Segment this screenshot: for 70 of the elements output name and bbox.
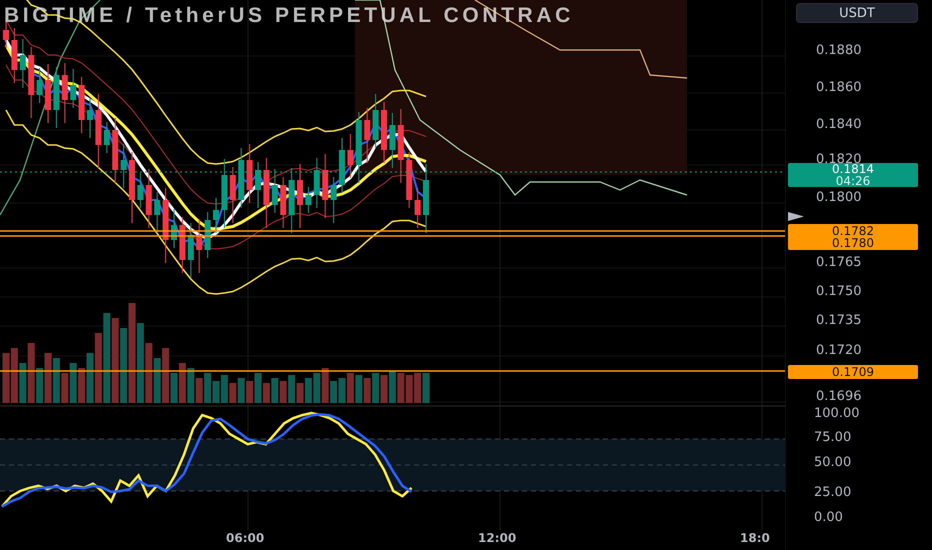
price-axis-label: 0.1720 (816, 343, 862, 358)
oscillator-axis-label: 75.00 (814, 430, 852, 445)
price-axis-label: 0.1880 (816, 43, 862, 58)
oscillator-axis-label: 50.00 (814, 455, 852, 470)
candlestick (112, 118, 118, 184)
candlestick (36, 68, 43, 104)
price-axis-label: 0.1800 (816, 190, 862, 205)
oscillator-axis-label: 0.00 (814, 510, 843, 525)
time-axis-label: 12:00 (478, 531, 516, 545)
candlestick (230, 166, 236, 224)
oscillator-axis-label: 100.00 (814, 406, 860, 421)
candlestick (171, 208, 177, 248)
candlestick (263, 158, 270, 228)
candlestick (87, 98, 93, 138)
candlestick (62, 62, 68, 124)
candlestick (28, 46, 34, 118)
candlestick (53, 66, 60, 128)
candlestick (372, 94, 379, 148)
currency-button[interactable]: USDT (796, 3, 918, 23)
candlestick (347, 134, 354, 178)
candlestick (297, 164, 303, 228)
candlestick (3, 22, 9, 48)
price-axis-label: 0.1840 (816, 117, 862, 132)
candlestick (146, 168, 152, 228)
candlestick (288, 168, 295, 234)
price-axis-label: 0.1750 (816, 284, 862, 299)
candlestick (11, 28, 18, 84)
candlestick (272, 168, 278, 214)
candlestick (196, 218, 202, 274)
candlestick (381, 102, 387, 164)
candlestick (280, 176, 286, 228)
candlestick (246, 144, 253, 204)
triangle-marker-icon (788, 212, 804, 221)
candlestick (213, 198, 219, 234)
candlestick (120, 144, 127, 188)
candlestick (339, 138, 345, 194)
price-axis-label: 0.1765 (816, 255, 862, 270)
candlestick (204, 212, 211, 258)
candlestick (414, 188, 421, 228)
oscillator-axis-label: 25.00 (814, 485, 852, 500)
price-axis-label: 0.1696 (816, 389, 862, 404)
candlestick (423, 164, 429, 234)
candlestick (45, 64, 51, 124)
candlestick (406, 152, 412, 208)
time-axis-label: 06:00 (226, 531, 264, 545)
price-axis-label: 0.1860 (816, 80, 862, 95)
candlestick (137, 172, 144, 208)
price-line-tag: 0.1780 (788, 236, 918, 250)
candlestick (356, 112, 362, 184)
candlestick (305, 186, 312, 214)
candlestick (104, 122, 110, 154)
candlestick (78, 76, 85, 134)
candle-countdown: 04:26 (836, 175, 870, 187)
candlestick (20, 38, 26, 88)
candlestick (221, 158, 228, 228)
candlestick (129, 152, 135, 224)
candlestick (314, 158, 320, 208)
candlestick (238, 148, 244, 208)
price-line-tag: 0.1709 (788, 365, 918, 379)
candlestick (389, 112, 396, 168)
candlestick (364, 108, 370, 164)
price-axis-label: 0.1735 (816, 313, 862, 328)
candlestick (70, 68, 76, 108)
time-axis-label: 18:0 (740, 531, 770, 545)
candlestick (188, 222, 194, 278)
candlestick (255, 162, 261, 208)
candlestick (179, 216, 186, 274)
candlestick (322, 154, 328, 218)
candlestick (330, 176, 337, 224)
candlestick (154, 192, 160, 234)
